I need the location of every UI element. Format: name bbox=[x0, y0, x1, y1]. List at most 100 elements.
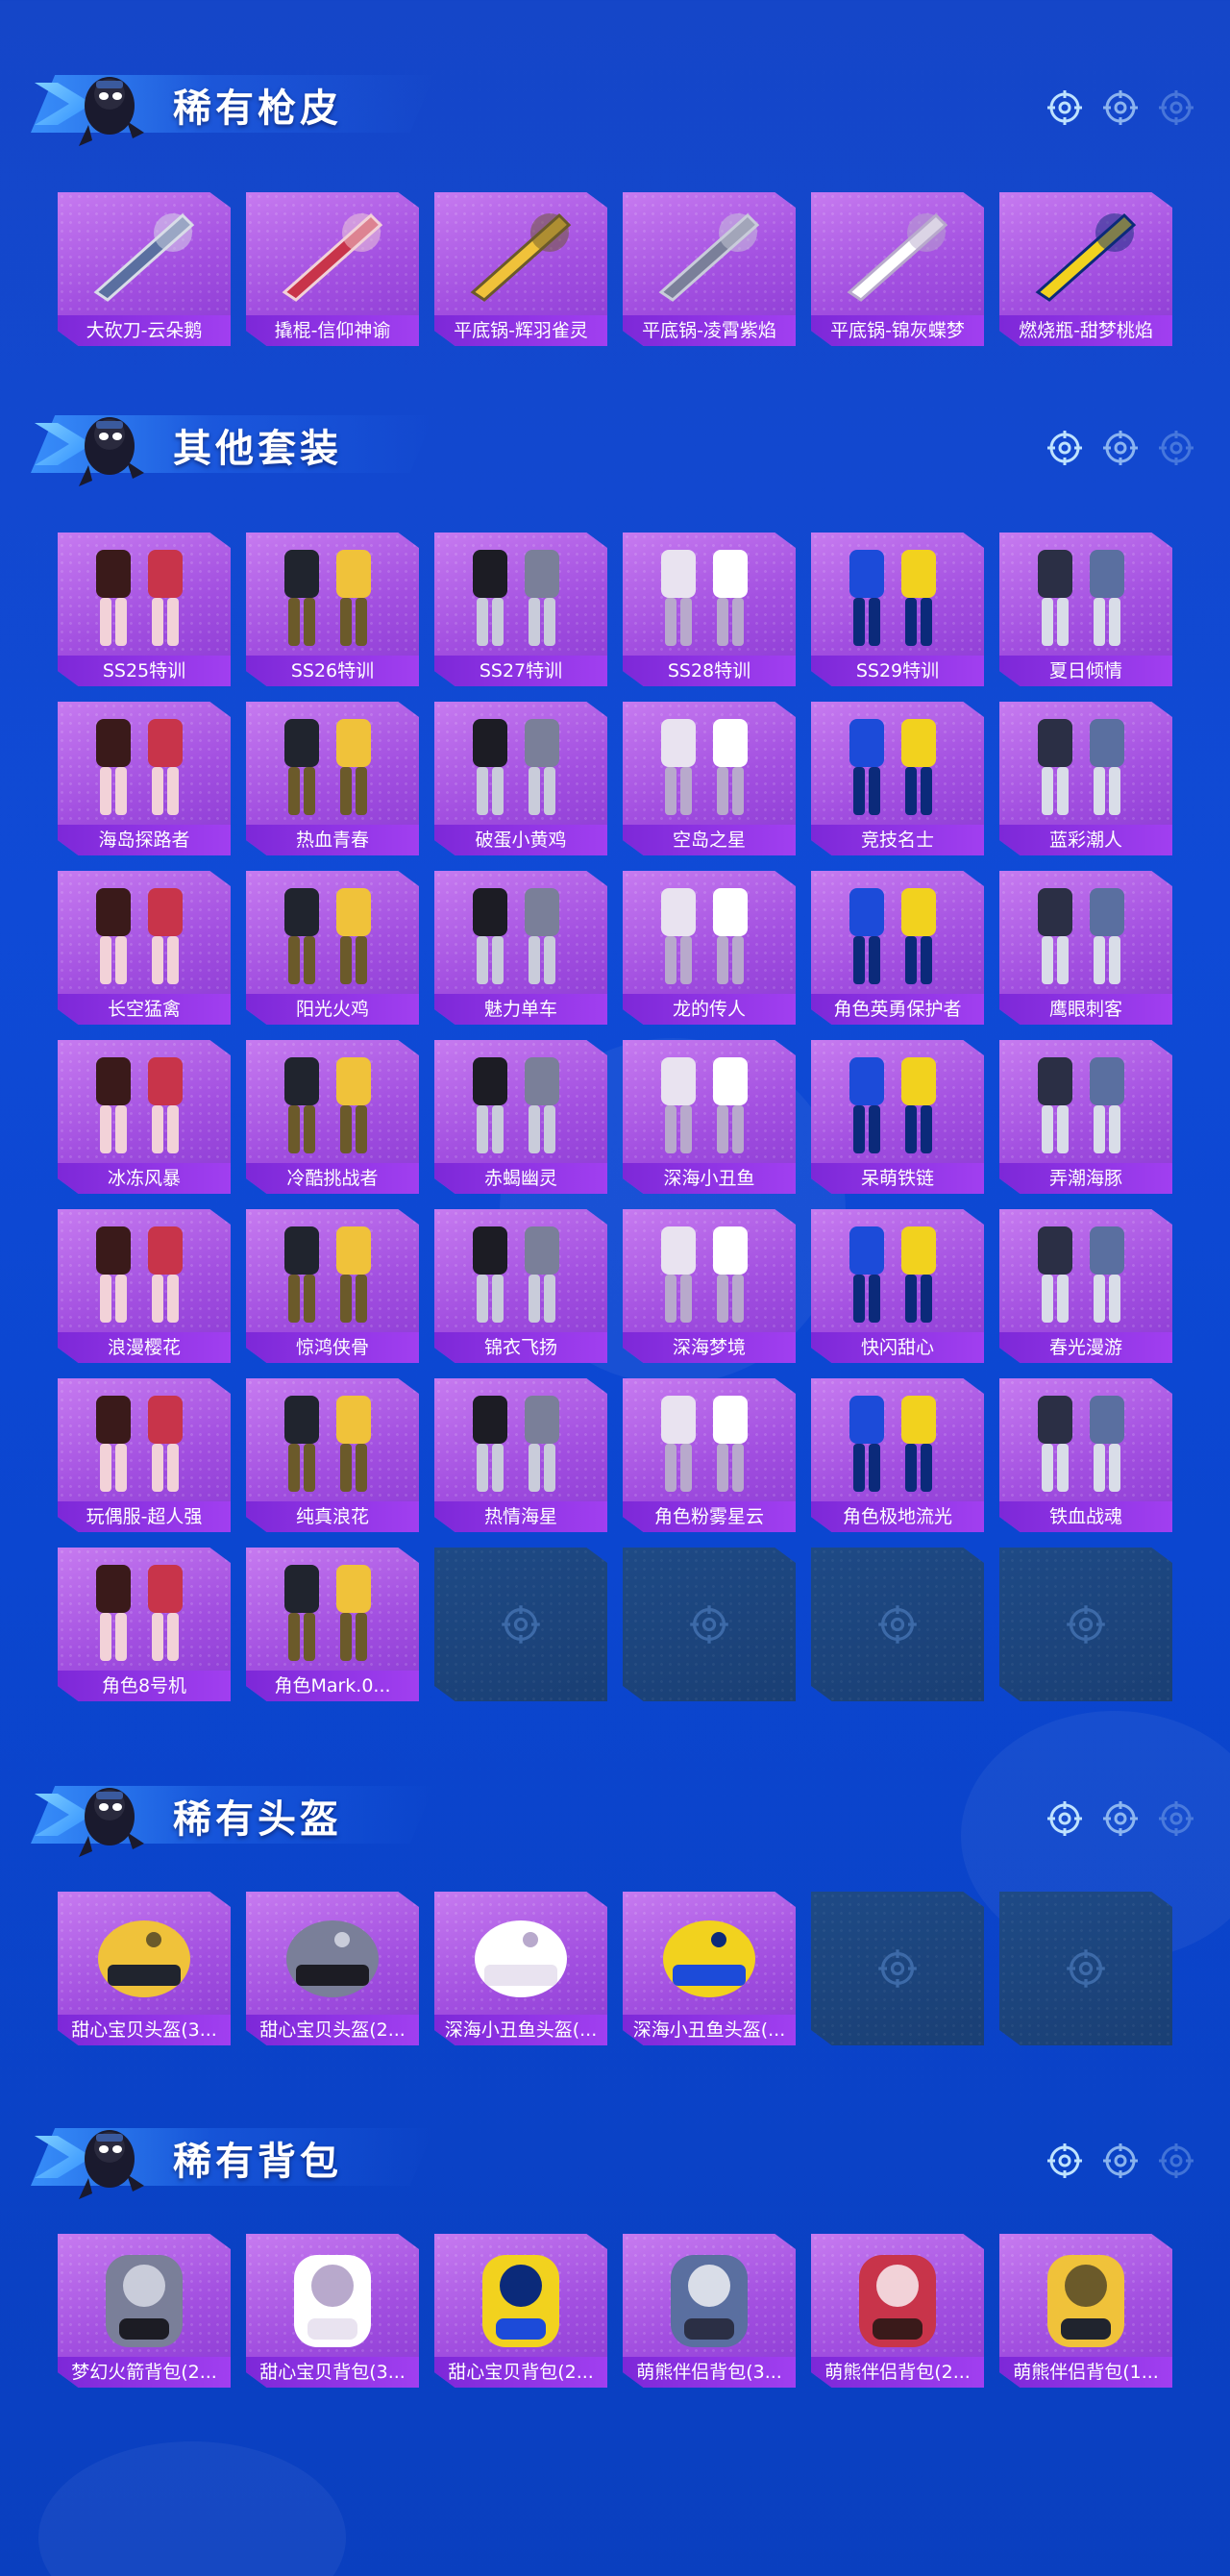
item-card[interactable]: 快闪甜心 bbox=[811, 1209, 984, 1363]
crosshair-icon bbox=[1047, 431, 1082, 465]
item-card[interactable]: 阳光火鸡 bbox=[246, 871, 419, 1025]
item-card[interactable]: 弄潮海豚 bbox=[999, 1040, 1172, 1194]
item-name: 热血青春 bbox=[246, 825, 419, 855]
item-card[interactable]: 魅力单车 bbox=[434, 871, 607, 1025]
crosshair-icon bbox=[878, 1949, 917, 1988]
item-image bbox=[1038, 550, 1124, 646]
item-card[interactable]: 空岛之星 bbox=[623, 702, 796, 855]
item-name: 撬棍-信仰神谕 bbox=[246, 315, 419, 346]
item-card[interactable]: 铁血战魂 bbox=[999, 1378, 1172, 1532]
item-name: 龙的传人 bbox=[623, 994, 796, 1025]
item-name: 海岛探路者 bbox=[58, 825, 231, 855]
item-card[interactable]: 角色粉雾星云 bbox=[623, 1378, 796, 1532]
item-card[interactable]: 深海小丑鱼 bbox=[623, 1040, 796, 1194]
item-card[interactable]: 玩偶服-超人强 bbox=[58, 1378, 231, 1532]
item-card[interactable]: 竞技名士 bbox=[811, 702, 984, 855]
item-card[interactable]: 甜心宝贝头盔(3... bbox=[58, 1892, 231, 2045]
item-card[interactable]: 平底锅-锦灰蝶梦 bbox=[811, 192, 984, 346]
item-name: SS26特训 bbox=[246, 656, 419, 686]
item-card[interactable]: 热血青春 bbox=[246, 702, 419, 855]
item-card[interactable]: 赤蝎幽灵 bbox=[434, 1040, 607, 1194]
item-card[interactable]: 萌熊伴侣背包(1... bbox=[999, 2234, 1172, 2388]
item-name: 角色极地流光 bbox=[811, 1501, 984, 1532]
item-card[interactable]: 破蛋小黄鸡 bbox=[434, 702, 607, 855]
item-grid: 大砍刀-云朵鹅 撬棍-信仰神谕 平底锅-辉羽雀灵 平底锅-凌霄紫焰 平底锅-锦灰蝶梦 燃烧… bbox=[58, 192, 1172, 346]
crosshair-icon bbox=[690, 1605, 728, 1644]
item-card[interactable]: 甜心宝贝背包(2... bbox=[434, 2234, 607, 2388]
item-card[interactable]: 锦衣飞扬 bbox=[434, 1209, 607, 1363]
item-name: 热情海星 bbox=[434, 1501, 607, 1532]
item-image bbox=[661, 550, 748, 646]
item-card[interactable]: 撬棍-信仰神谕 bbox=[246, 192, 419, 346]
item-card[interactable]: 深海小丑鱼头盔(... bbox=[623, 1892, 796, 2045]
item-card[interactable]: 长空猛禽 bbox=[58, 871, 231, 1025]
item-card[interactable]: 龙的传人 bbox=[623, 871, 796, 1025]
item-image bbox=[475, 1920, 567, 1997]
item-card[interactable]: 萌熊伴侣背包(2... bbox=[811, 2234, 984, 2388]
section-title: 稀有头盔 bbox=[173, 1797, 342, 1842]
item-card[interactable]: 甜心宝贝头盔(2... bbox=[246, 1892, 419, 2045]
item-name: 夏日倾情 bbox=[999, 656, 1172, 686]
item-card[interactable]: 浪漫樱花 bbox=[58, 1209, 231, 1363]
crosshair-icon bbox=[878, 1605, 917, 1644]
item-card[interactable]: 鹰眼刺客 bbox=[999, 871, 1172, 1025]
item-image bbox=[96, 550, 183, 646]
item-card[interactable]: 角色Mark.0... bbox=[246, 1548, 419, 1701]
item-card[interactable]: 纯真浪花 bbox=[246, 1378, 419, 1532]
mascot-icon bbox=[79, 417, 144, 486]
item-card[interactable]: 甜心宝贝背包(3... bbox=[246, 2234, 419, 2388]
item-card[interactable]: 海岛探路者 bbox=[58, 702, 231, 855]
item-card[interactable]: 深海梦境 bbox=[623, 1209, 796, 1363]
item-card[interactable]: 蓝彩潮人 bbox=[999, 702, 1172, 855]
item-card[interactable]: 角色极地流光 bbox=[811, 1378, 984, 1532]
item-card[interactable]: SS29特训 bbox=[811, 533, 984, 686]
item-card[interactable]: 冰冻风暴 bbox=[58, 1040, 231, 1194]
item-image bbox=[284, 719, 371, 815]
item-image bbox=[96, 1565, 183, 1661]
item-image bbox=[473, 550, 559, 646]
section-title: 稀有枪皮 bbox=[173, 87, 342, 131]
item-card[interactable]: 夏日倾情 bbox=[999, 533, 1172, 686]
section-header: 稀有头盔 bbox=[0, 1759, 1230, 1865]
item-image bbox=[661, 1396, 748, 1492]
item-card[interactable]: 热情海星 bbox=[434, 1378, 607, 1532]
item-name: SS25特训 bbox=[58, 656, 231, 686]
item-card[interactable]: 惊鸿侠骨 bbox=[246, 1209, 419, 1363]
item-name: SS28特训 bbox=[623, 656, 796, 686]
item-card[interactable]: 梦幻火箭背包(2... bbox=[58, 2234, 231, 2388]
item-name: 萌熊伴侣背包(2... bbox=[811, 2357, 984, 2388]
item-card[interactable]: 角色8号机 bbox=[58, 1548, 231, 1701]
item-card[interactable]: 平底锅-凌霄紫焰 bbox=[623, 192, 796, 346]
item-image bbox=[93, 212, 195, 302]
item-card[interactable]: 冷酷挑战者 bbox=[246, 1040, 419, 1194]
item-card[interactable]: SS27特训 bbox=[434, 533, 607, 686]
item-image bbox=[661, 1057, 748, 1153]
crosshair-icon bbox=[1159, 2143, 1193, 2178]
item-card[interactable]: 春光漫游 bbox=[999, 1209, 1172, 1363]
item-card[interactable]: SS26特训 bbox=[246, 533, 419, 686]
item-grid: 甜心宝贝头盔(3... 甜心宝贝头盔(2... 深海小丑鱼头盔(... 深海小丑鱼头盔… bbox=[58, 1892, 1172, 2045]
item-card[interactable]: 燃烧瓶-甜梦桃焰 bbox=[999, 192, 1172, 346]
crosshair-icon bbox=[1103, 431, 1138, 465]
item-card[interactable]: 平底锅-辉羽雀灵 bbox=[434, 192, 607, 346]
item-card[interactable]: 大砍刀-云朵鹅 bbox=[58, 192, 231, 346]
item-card[interactable]: 角色英勇保护者 bbox=[811, 871, 984, 1025]
item-name: 冰冻风暴 bbox=[58, 1163, 231, 1194]
crosshair-icon bbox=[1047, 2143, 1082, 2178]
section-rare-gun-skins: 稀有枪皮 大砍刀-云朵鹅 撬棍-信仰神谕 平底锅-辉羽雀灵 平底锅-凌霄紫焰 平底锅-锦… bbox=[0, 48, 1230, 346]
section-title: 稀有背包 bbox=[173, 2140, 342, 2184]
crosshair-icon bbox=[1159, 1801, 1193, 1836]
item-image bbox=[473, 1396, 559, 1492]
empty-slot bbox=[999, 1892, 1172, 2045]
item-card[interactable]: SS28特训 bbox=[623, 533, 796, 686]
item-name: 大砍刀-云朵鹅 bbox=[58, 315, 231, 346]
item-card[interactable]: SS25特训 bbox=[58, 533, 231, 686]
item-card[interactable]: 呆萌铁链 bbox=[811, 1040, 984, 1194]
item-name: 浪漫樱花 bbox=[58, 1332, 231, 1363]
item-name: 锦衣飞扬 bbox=[434, 1332, 607, 1363]
item-image bbox=[859, 2255, 936, 2347]
item-name: 甜心宝贝头盔(2... bbox=[246, 2015, 419, 2045]
item-card[interactable]: 深海小丑鱼头盔(... bbox=[434, 1892, 607, 2045]
item-image bbox=[98, 1920, 190, 1997]
item-card[interactable]: 萌熊伴侣背包(3... bbox=[623, 2234, 796, 2388]
